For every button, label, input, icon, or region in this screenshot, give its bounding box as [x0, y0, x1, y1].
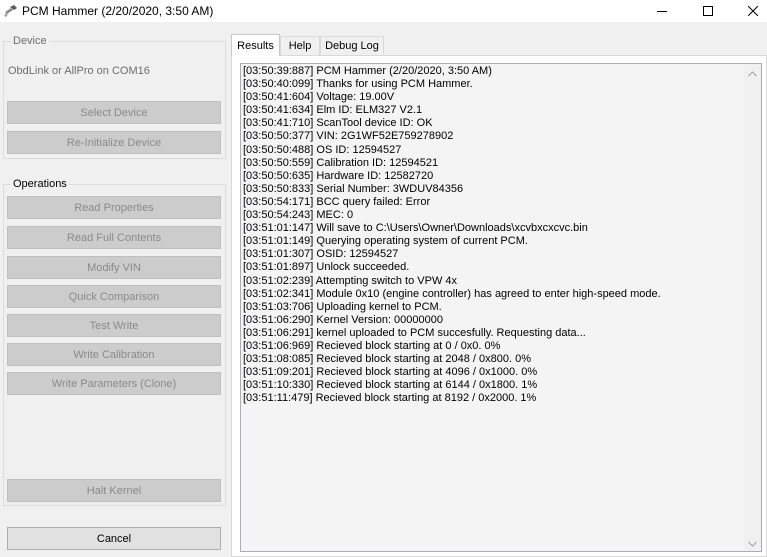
quick-comparison-button[interactable]: Quick Comparison	[7, 285, 221, 308]
log-line: [03:51:01:149] Querying operating system…	[243, 235, 528, 248]
log-line: [03:51:02:239] Attempting switch to VPW …	[243, 274, 458, 287]
tab-help[interactable]: Help	[280, 36, 320, 55]
client-area: Device ObdLink or AllPro on COM16 Select…	[0, 24, 767, 557]
results-log-textbox[interactable]: [03:50:39:887] PCM Hammer (2/20/2020, 3:…	[240, 63, 762, 552]
minimize-button[interactable]	[642, 0, 682, 22]
log-line: [03:51:06:290] Kernel Version: 00000000	[243, 313, 443, 326]
read-properties-button[interactable]: Read Properties	[7, 196, 221, 219]
log-line: [03:50:39:887] PCM Hammer (2/20/2020, 3:…	[243, 65, 492, 77]
maximize-button[interactable]	[688, 0, 728, 22]
log-line: [03:50:50:635] Hardware ID: 12582720	[243, 169, 434, 182]
hammer-icon	[3, 3, 19, 19]
log-line: [03:50:40:099] Thanks for using PCM Hamm…	[243, 78, 473, 91]
maximize-icon	[703, 6, 713, 16]
log-line: [03:51:02:341] Module 0x10 (engine contr…	[243, 287, 661, 300]
log-line: [03:50:41:604] Voltage: 19.00V	[243, 91, 395, 104]
log-line: [03:51:01:307] OSID: 12594527	[243, 248, 399, 261]
log-line: [03:50:41:634] Elm ID: ELM327 V2.1	[243, 104, 423, 117]
reinitialize-device-button[interactable]: Re-Initialize Device	[7, 131, 221, 154]
write-calibration-button[interactable]: Write Calibration	[7, 343, 221, 366]
title-bar[interactable]: PCM Hammer (2/20/2020, 3:50 AM)	[0, 0, 767, 22]
close-button[interactable]	[733, 0, 767, 22]
log-line: [03:51:08:085] Recieved block starting a…	[243, 353, 532, 366]
log-line: [03:50:54:171] BCC query failed: Error	[243, 195, 431, 208]
log-line: [03:51:09:201] Recieved block starting a…	[243, 366, 538, 379]
tab-debug-log[interactable]: Debug Log	[320, 36, 384, 55]
halt-kernel-button[interactable]: Halt Kernel	[7, 479, 221, 502]
test-write-button[interactable]: Test Write	[7, 314, 221, 337]
log-line: [03:51:01:897] Unlock succeeded.	[243, 261, 410, 274]
log-line: [03:50:50:833] Serial Number: 3WDUV84356	[243, 182, 464, 195]
scroll-up-icon	[748, 66, 757, 80]
operations-group-label: Operations	[11, 177, 69, 191]
cancel-button[interactable]: Cancel	[7, 527, 221, 550]
modify-vin-button[interactable]: Modify VIN	[7, 256, 221, 279]
results-tab-panel: [03:50:39:887] PCM Hammer (2/20/2020, 3:…	[231, 55, 767, 557]
results-log-content: [03:50:39:887] PCM Hammer (2/20/2020, 3:…	[243, 65, 661, 405]
read-full-contents-button[interactable]: Read Full Contents	[7, 226, 221, 249]
log-scrollbar[interactable]	[744, 64, 761, 551]
log-line: [03:51:03:706] Uploading kernel to PCM.	[243, 300, 442, 313]
log-line: [03:50:54:243] MEC: 0	[243, 209, 354, 222]
log-line: [03:51:10:330] Recieved block starting a…	[243, 379, 538, 392]
close-icon	[748, 6, 758, 16]
scroll-down-button[interactable]	[744, 534, 761, 551]
log-line: [03:50:41:710] ScanTool device ID: OK	[243, 117, 433, 130]
device-status-text: ObdLink or AllPro on COM16	[8, 65, 150, 77]
log-line: [03:51:06:291] kernel uploaded to PCM su…	[243, 326, 586, 339]
log-line: [03:50:50:377] VIN: 2G1WF52E759278902	[243, 130, 454, 143]
minimize-icon	[657, 6, 667, 16]
scroll-up-button[interactable]	[744, 64, 761, 81]
window-title: PCM Hammer (2/20/2020, 3:50 AM)	[22, 4, 214, 18]
log-line: [03:51:11:479] Recieved block starting a…	[243, 392, 537, 405]
log-line: [03:51:06:969] Recieved block starting a…	[243, 339, 501, 352]
device-group-label: Device	[11, 34, 49, 48]
scroll-down-icon	[748, 536, 757, 550]
write-parameters-clone-button[interactable]: Write Parameters (Clone)	[7, 372, 221, 395]
log-line: [03:51:01:147] Will save to C:\Users\Own…	[243, 222, 588, 235]
tab-results[interactable]: Results	[231, 34, 280, 56]
log-line: [03:50:50:559] Calibration ID: 12594521	[243, 156, 439, 169]
log-line: [03:50:50:488] OS ID: 12594527	[243, 143, 402, 156]
select-device-button[interactable]: Select Device	[7, 101, 221, 124]
